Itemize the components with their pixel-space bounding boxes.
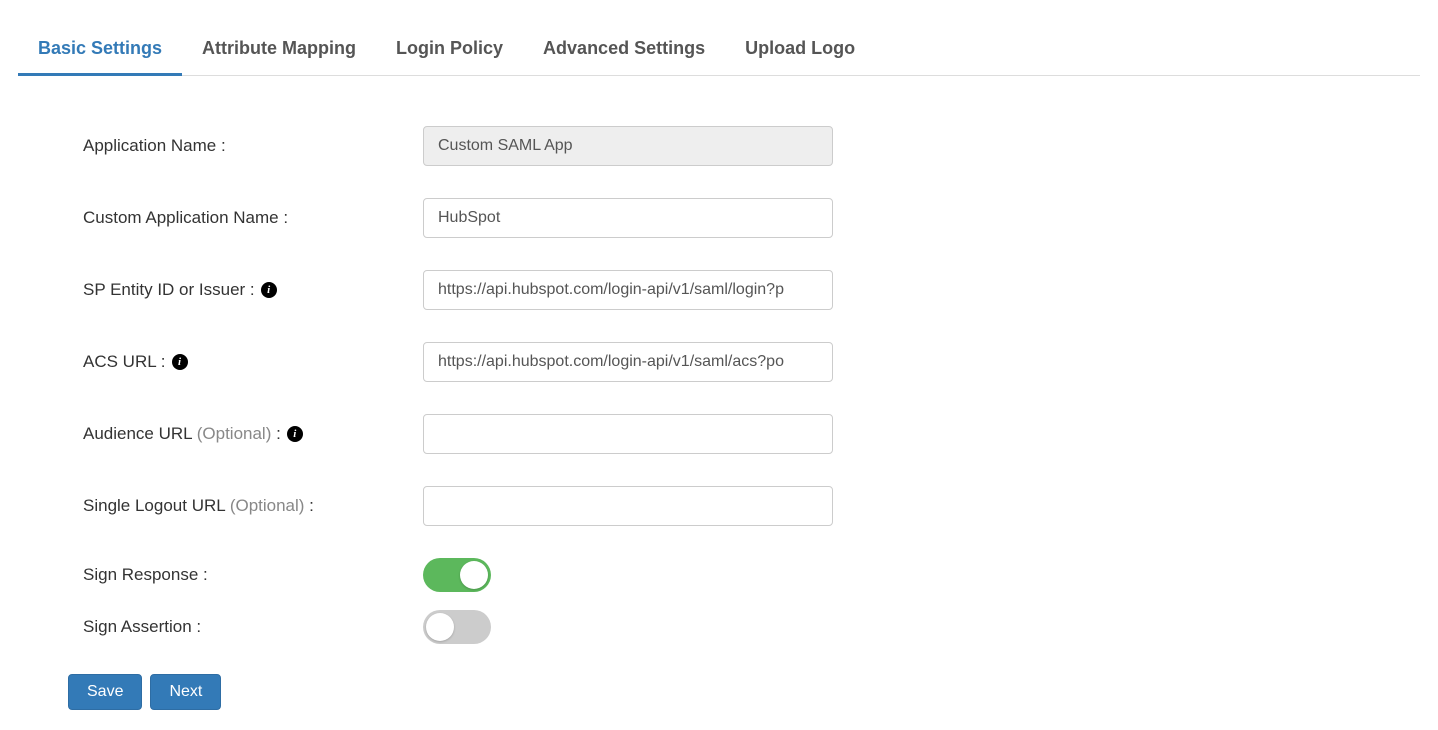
tab-upload-logo[interactable]: Upload Logo — [725, 30, 875, 76]
label-audience-url: Audience URL (Optional) : i — [83, 424, 423, 444]
label-sign-assertion: Sign Assertion : — [83, 617, 423, 637]
tab-login-policy[interactable]: Login Policy — [376, 30, 523, 76]
input-sp-entity-id[interactable] — [423, 270, 833, 310]
tab-attribute-mapping[interactable]: Attribute Mapping — [182, 30, 376, 76]
info-icon[interactable]: i — [172, 354, 188, 370]
input-single-logout-url[interactable] — [423, 486, 833, 526]
label-acs-url: ACS URL : i — [83, 352, 423, 372]
label-sp-entity-id: SP Entity ID or Issuer : i — [83, 280, 423, 300]
input-application-name — [423, 126, 833, 166]
label-application-name: Application Name : — [83, 136, 423, 156]
info-icon[interactable]: i — [261, 282, 277, 298]
info-icon[interactable]: i — [287, 426, 303, 442]
toggle-sign-assertion[interactable] — [423, 610, 491, 644]
input-audience-url[interactable] — [423, 414, 833, 454]
label-sign-response: Sign Response : — [83, 565, 423, 585]
toggle-sign-response[interactable] — [423, 558, 491, 592]
tab-advanced-settings[interactable]: Advanced Settings — [523, 30, 725, 76]
label-custom-application-name: Custom Application Name : — [83, 208, 423, 228]
tab-basic-settings[interactable]: Basic Settings — [18, 30, 182, 76]
input-custom-application-name[interactable] — [423, 198, 833, 238]
label-single-logout-url: Single Logout URL (Optional) : — [83, 496, 423, 516]
input-acs-url[interactable] — [423, 342, 833, 382]
tabs-bar: Basic Settings Attribute Mapping Login P… — [18, 30, 1420, 76]
next-button[interactable]: Next — [150, 674, 221, 710]
save-button[interactable]: Save — [68, 674, 142, 710]
